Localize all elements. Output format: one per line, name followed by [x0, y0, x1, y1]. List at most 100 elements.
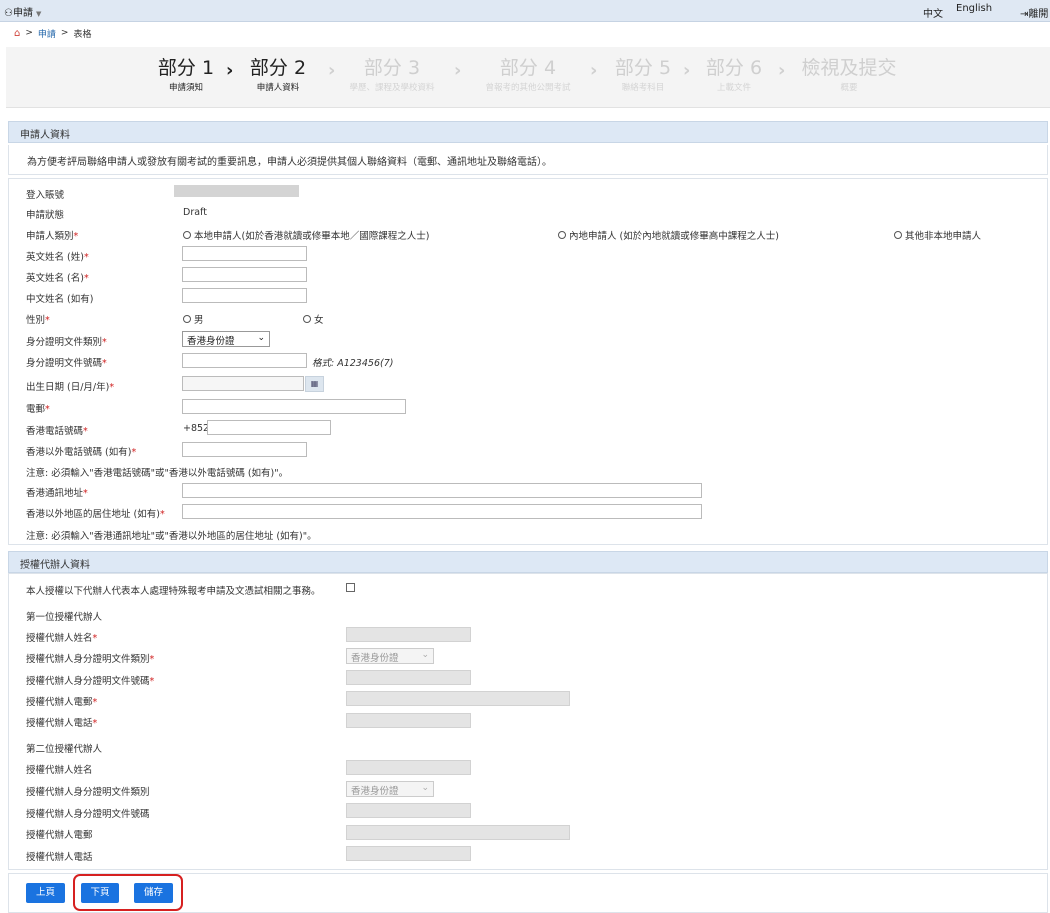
label-text: 性別 — [26, 315, 46, 326]
authorize-text: 本人授權以下代辦人代表本人處理特殊報考申請及文憑試相關之事務。 — [26, 586, 321, 597]
step-title: 部分 3 — [363, 57, 421, 79]
radio-circle-icon — [183, 231, 191, 239]
step-title: 檢視及提交 — [801, 57, 897, 79]
language-english-link[interactable]: English — [956, 3, 992, 14]
prev-page-button[interactable]: 上頁 — [26, 883, 65, 903]
id-type-select[interactable]: 香港身份證 ⌄ — [182, 331, 270, 347]
gender-label: 性別* — [26, 312, 50, 326]
step-1[interactable]: 部分 1 申請須知 — [156, 57, 216, 93]
radio-label: 男 — [194, 315, 204, 326]
step-subtitle: 學歷、課程及學校資料 — [349, 83, 435, 93]
step-title: 部分 6 — [705, 57, 763, 79]
chevron-right-icon: › — [778, 60, 786, 81]
given-name-input[interactable] — [182, 267, 307, 282]
chevron-down-icon: ▼ — [35, 10, 42, 18]
agent1-email-input[interactable] — [346, 691, 570, 706]
agent-section-header: 授權代辦人資料 — [8, 551, 1048, 573]
label-text: 英文姓名 (姓) — [26, 252, 84, 263]
highlight-annotation — [73, 874, 183, 911]
hk-address-input[interactable] — [182, 483, 702, 498]
step-title: 部分 5 — [614, 57, 672, 79]
required-mark: * — [73, 231, 79, 242]
authorize-checkbox[interactable] — [346, 583, 355, 592]
agent2-id-number-input[interactable] — [346, 803, 471, 818]
agent1-phone-input[interactable] — [346, 713, 471, 728]
date-of-birth-input[interactable] — [182, 376, 304, 391]
application-menu[interactable]: ⚇申請 ▼ — [4, 4, 41, 19]
step-subtitle: 曾報考的其他公開考試 — [485, 83, 571, 93]
category-mainland-radio[interactable]: 內地申請人 (如於內地就讀或修畢高中課程之人士) — [558, 228, 779, 242]
hk-phone-prefix: +852 — [183, 423, 210, 434]
chevron-right-icon: › — [590, 60, 598, 81]
agent2-name-input[interactable] — [346, 760, 471, 775]
agent1-name-label: 授權代辦人姓名* — [26, 630, 97, 644]
progress-steps: 部分 1 申請須知 › 部分 2 申請人資料 › 部分 3 學歷、課程及學校資料… — [6, 47, 1050, 108]
step-subtitle: 聯絡考科目 — [621, 83, 665, 93]
gender-female-radio[interactable]: 女 — [303, 312, 324, 326]
radio-label: 其他非本地申請人 — [905, 231, 982, 242]
gender-male-radio[interactable]: 男 — [183, 312, 204, 326]
step-2[interactable]: 部分 2 申請人資料 — [248, 57, 308, 93]
second-agent-heading: 第二位授權代辦人 — [26, 744, 103, 755]
email-input[interactable] — [182, 399, 406, 414]
required-mark: * — [45, 404, 50, 415]
login-account-label: 登入賬號 — [26, 190, 65, 201]
non-hk-address-input[interactable] — [182, 504, 702, 519]
breadcrumb-separator: > — [60, 28, 69, 38]
step-4: 部分 4 曾報考的其他公開考試 — [476, 57, 580, 93]
required-mark: * — [131, 447, 137, 458]
applicant-category-label: 申請人類別* — [26, 228, 78, 242]
agent2-phone-input[interactable] — [346, 846, 471, 861]
step-title: 部分 4 — [499, 57, 557, 79]
agent2-id-type-label: 授權代辦人身分證明文件類別 — [26, 787, 150, 798]
agent2-id-number-label: 授權代辦人身分證明文件號碼 — [26, 809, 150, 820]
agent2-id-type-select[interactable]: 香港身份證 ⌄ — [346, 781, 434, 797]
application-status-label: 申請狀態 — [26, 210, 65, 221]
calendar-icon[interactable]: ▦ — [305, 376, 324, 392]
contact-notice: 為方便考評局聯絡申請人或發放有關考試的重要訊息，申請人必須提供其個人聯絡資料（電… — [8, 145, 1048, 175]
id-format-hint: 格式: A123456(7) — [312, 358, 394, 369]
home-icon[interactable]: ⌂ — [14, 28, 20, 39]
category-local-radio[interactable]: 本地申請人(如於香港就讀或修畢本地／國際課程之人士) — [183, 228, 429, 242]
id-number-input[interactable] — [182, 353, 307, 368]
chinese-name-input[interactable] — [182, 288, 307, 303]
logout-link[interactable]: ⇥離開 — [1020, 5, 1048, 20]
id-type-label: 身分證明文件類別* — [26, 334, 107, 348]
required-mark: * — [92, 697, 98, 708]
step-title: 部分 2 — [249, 57, 307, 79]
surname-input[interactable] — [182, 246, 307, 261]
agent1-id-number-input[interactable] — [346, 670, 471, 685]
address-note: 注意: 必須輸入"香港通訊地址"或"香港以外地區的居住地址 (如有)"。 — [26, 531, 317, 542]
agent1-id-type-select[interactable]: 香港身份證 ⌄ — [346, 648, 434, 664]
step-review: 檢視及提交 概要 — [796, 57, 902, 93]
label-text: 電郵 — [26, 404, 46, 415]
label-text: 授權代辦人身分證明文件類別 — [26, 654, 150, 665]
surname-label: 英文姓名 (姓)* — [26, 249, 89, 263]
agent2-phone-label: 授權代辦人電話 — [26, 852, 93, 863]
language-chinese-link[interactable]: 中文 — [923, 5, 943, 20]
agent2-name-label: 授權代辦人姓名 — [26, 765, 93, 776]
breadcrumb: ⌂ > 申請 > 表格 — [14, 27, 92, 40]
required-mark: * — [83, 273, 89, 284]
chevron-right-icon: › — [683, 60, 691, 81]
radio-circle-icon — [558, 231, 566, 239]
non-hk-phone-input[interactable] — [182, 442, 307, 457]
chevron-right-icon: › — [328, 60, 336, 81]
required-mark: * — [92, 718, 98, 729]
application-menu-label: 申請 — [12, 8, 33, 19]
step-5: 部分 5 聯絡考科目 — [610, 57, 676, 93]
label-text: 授權代辦人身分證明文件號碼 — [26, 676, 150, 687]
category-other-radio[interactable]: 其他非本地申請人 — [894, 228, 981, 242]
chevron-down-icon: ⌄ — [421, 783, 429, 793]
agent2-email-input[interactable] — [346, 825, 570, 840]
breadcrumb-application-link[interactable]: 申請 — [38, 27, 56, 40]
chinese-name-label: 中文姓名 (如有) — [26, 294, 94, 305]
radio-label: 本地申請人(如於香港就讀或修畢本地／國際課程之人士) — [194, 231, 430, 242]
hk-phone-input[interactable] — [207, 420, 331, 435]
date-of-birth-label: 出生日期 (日/月/年)* — [26, 379, 114, 393]
agent1-id-type-label: 授權代辦人身分證明文件類別* — [26, 651, 154, 665]
agent1-name-input[interactable] — [346, 627, 471, 642]
label-text: 出生日期 (日/月/年) — [26, 382, 110, 393]
breadcrumb-current: 表格 — [73, 29, 92, 40]
label-text: 香港通訊地址 — [26, 488, 84, 499]
